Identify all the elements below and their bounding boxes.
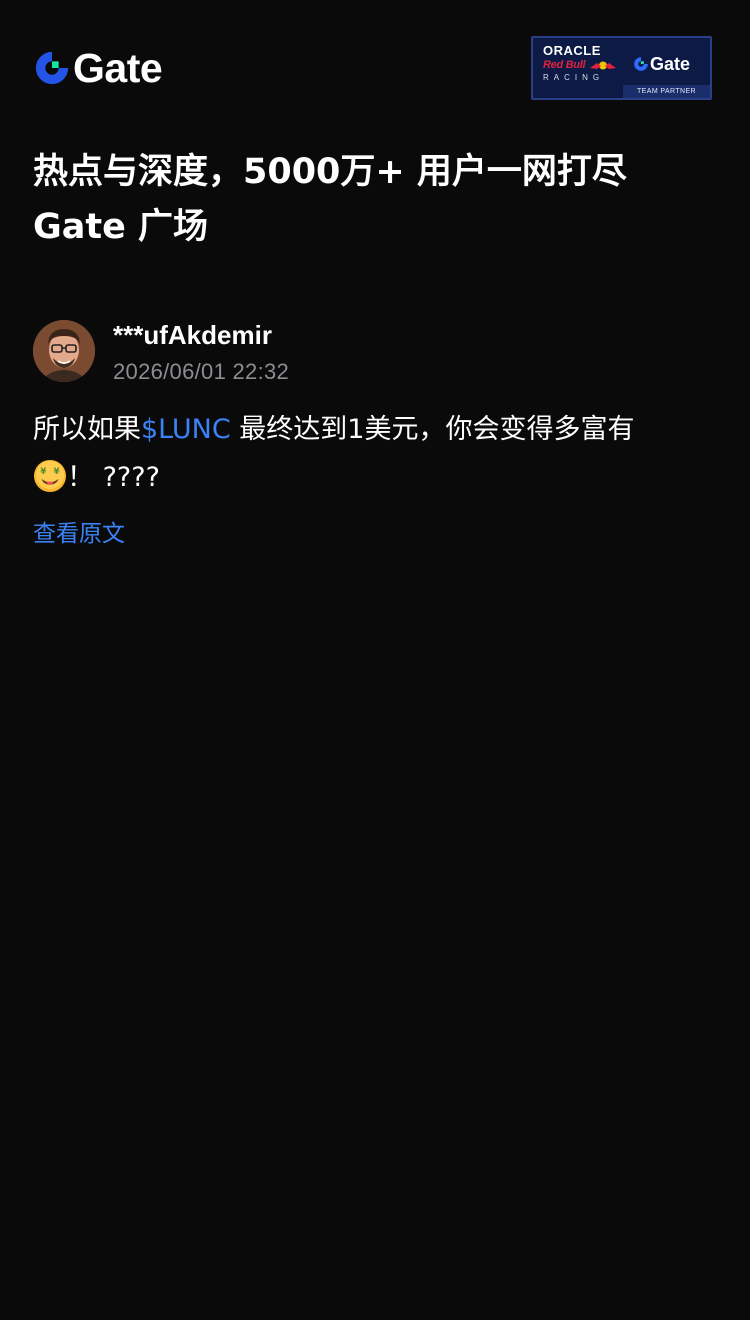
avatar-image	[33, 320, 95, 382]
headline-line-2: Gate 广场	[33, 207, 209, 247]
partner-gate-logo: Gate	[633, 54, 690, 74]
redbull-label: Red Bull	[543, 59, 586, 71]
post-text-after: 最终达到1美元，你会变得多富有	[230, 414, 635, 445]
post-text-before: 所以如果	[33, 414, 141, 445]
oracle-label: ORACLE	[543, 43, 601, 58]
redbull-row: Red Bull	[543, 59, 621, 71]
partner-gate-text: Gate	[650, 54, 691, 74]
post-author: ***ufAkdemir 2026/06/01 22:32	[33, 320, 723, 386]
header: Gate ORACLE Red Bull RACING Gate TEAM PA…	[33, 36, 712, 100]
gate-logo-icon	[35, 51, 69, 85]
racing-label: RACING	[543, 73, 605, 82]
oracle-redbull-partner-badge: ORACLE Red Bull RACING Gate TEAM PARTNER	[531, 36, 712, 100]
money-mouth-face-icon: ¥ ¥	[33, 459, 67, 493]
post-username[interactable]: ***ufAkdemir	[113, 320, 272, 350]
page: Gate ORACLE Red Bull RACING Gate TEAM PA…	[0, 0, 750, 1320]
post-content: 所以如果$LUNC 最终达到1美元，你会变得多富有 ¥ ¥ ！ ????	[33, 406, 723, 502]
bulls-icon	[590, 61, 617, 69]
svg-text:¥: ¥	[54, 467, 60, 477]
post-timestamp: 2026/06/01 22:32	[113, 359, 290, 384]
oracle-redbull-racing-logo: ORACLE Red Bull RACING	[543, 44, 621, 84]
gate-small-icon	[634, 57, 648, 71]
avatar[interactable]	[33, 320, 95, 382]
view-original-link[interactable]: 查看原文	[33, 517, 125, 551]
headline-line-1: 热点与深度，5000万+ 用户一网打尽	[33, 152, 627, 192]
logo-text: Gate	[73, 45, 163, 91]
page-headline: 热点与深度，5000万+ 用户一网打尽 Gate 广场	[33, 145, 723, 255]
team-partner-label: TEAM PARTNER	[623, 85, 710, 98]
post-text-tail: ！ ????	[67, 462, 160, 493]
gate-logo[interactable]: Gate	[33, 45, 163, 91]
svg-text:¥: ¥	[40, 467, 46, 477]
ticker-link[interactable]: $LUNC	[141, 414, 231, 445]
